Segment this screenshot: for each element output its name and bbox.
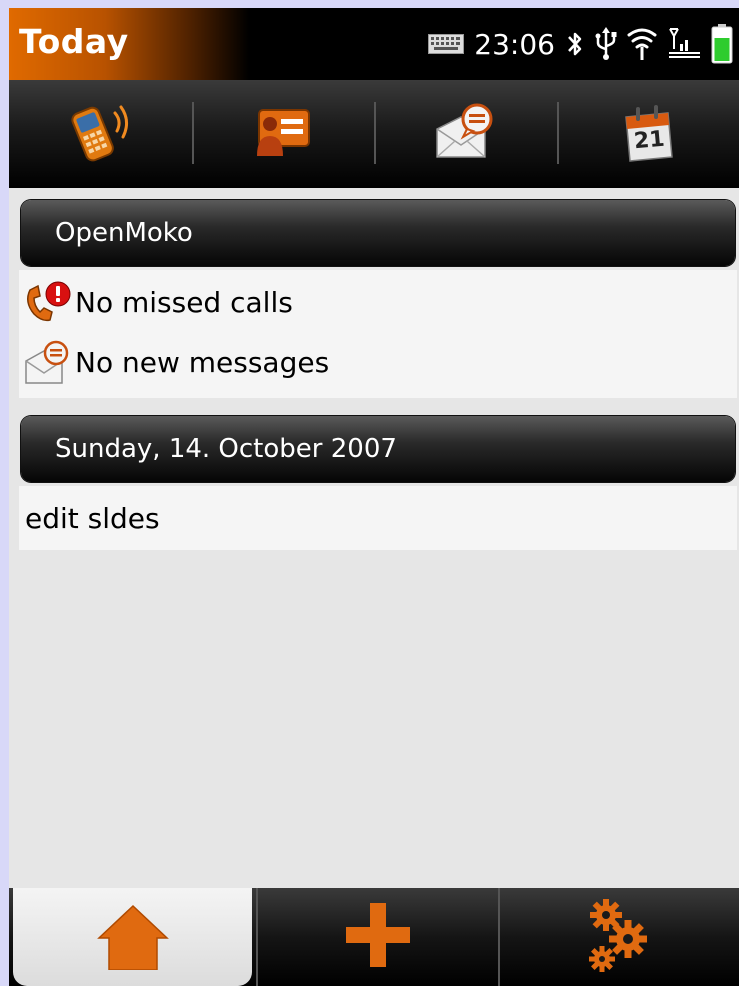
new-messages-text: No new messages [75, 345, 330, 379]
missed-calls-text: No missed calls [75, 285, 293, 319]
keyboard-icon[interactable] [428, 34, 465, 54]
calendar-button[interactable]: 21 [556, 80, 739, 188]
task-text: edit sldes [25, 501, 160, 535]
bottom-tab-bar [9, 888, 739, 986]
tasks-list: edit sldes [19, 486, 737, 550]
home-icon [95, 900, 171, 974]
bluetooth-icon [565, 28, 585, 60]
phone-icon [65, 99, 135, 169]
battery-icon [711, 24, 733, 64]
section-header-date: Sunday, 14. October 2007 [21, 416, 735, 482]
page-title: Today [19, 22, 129, 61]
app-toolbar: 21 [9, 80, 739, 188]
usb-icon [595, 27, 617, 61]
add-tab[interactable] [256, 888, 497, 986]
wifi-icon [627, 27, 657, 61]
home-tab[interactable] [13, 888, 253, 986]
messages-button[interactable] [374, 80, 557, 188]
settings-icon [584, 897, 654, 977]
new-messages-row[interactable]: No new messages [19, 334, 329, 390]
status-icons: 23:06 [428, 20, 733, 68]
title-tab[interactable]: Today [9, 8, 249, 80]
calendar-icon: 21 [620, 105, 676, 163]
screen: Today 23:06 21 OpenMoko No missed calls … [9, 8, 739, 986]
section-title: OpenMoko [55, 218, 193, 248]
contacts-icon [253, 106, 313, 162]
missed-calls-row[interactable]: No missed calls [19, 274, 293, 330]
openmoko-summary: No missed calls No new messages [19, 270, 737, 398]
missed-call-icon [19, 280, 75, 324]
calendar-day: 21 [632, 126, 666, 155]
clock: 23:06 [474, 27, 555, 61]
message-icon [19, 339, 75, 385]
settings-tab[interactable] [497, 888, 739, 986]
gsm-signal-icon [667, 27, 701, 61]
status-bar: Today 23:06 [9, 8, 739, 80]
phone-button[interactable] [9, 80, 192, 188]
section-header-openmoko: OpenMoko [21, 200, 735, 266]
messages-icon [433, 103, 497, 165]
add-icon [344, 901, 412, 973]
section-title: Sunday, 14. October 2007 [55, 434, 397, 464]
task-row[interactable]: edit sldes [25, 490, 160, 546]
contacts-button[interactable] [191, 80, 375, 188]
